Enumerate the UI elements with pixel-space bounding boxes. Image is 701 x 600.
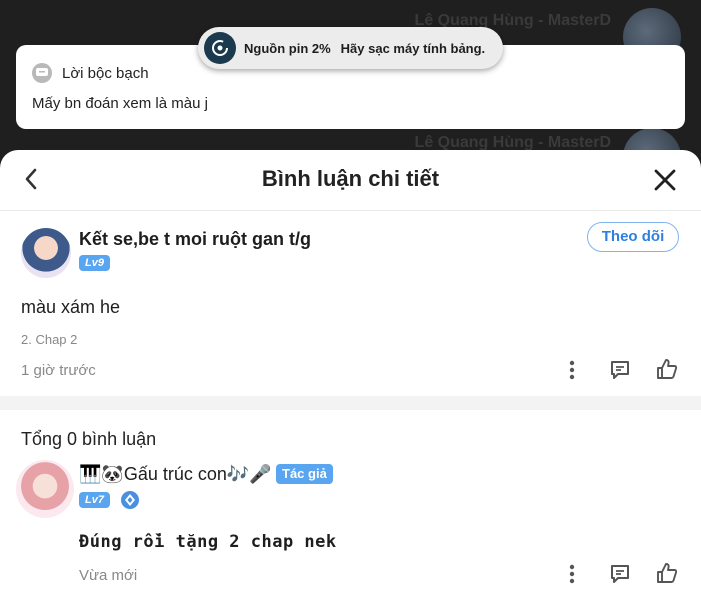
reply-button[interactable]: [606, 560, 634, 588]
comment-icon: [611, 565, 629, 583]
avatar[interactable]: [21, 228, 71, 278]
close-icon: [654, 169, 676, 191]
close-button[interactable]: [649, 164, 681, 196]
section-divider: [0, 396, 701, 410]
more-vertical-icon: [569, 564, 575, 584]
like-button[interactable]: [653, 355, 681, 383]
comment-username[interactable]: Kết se,be t moi ruột gan t/g: [79, 229, 311, 250]
notification-title: Lời bộc bạch: [62, 64, 149, 82]
chapter-label[interactable]: 2. Chap 2: [21, 332, 77, 347]
toast-message: Hãy sạc máy tính bảng.: [340, 40, 486, 56]
reply-text: Đúng rồi tặng 2 chap nek: [79, 532, 337, 552]
battery-saver-icon: [204, 32, 236, 64]
thumbs-up-icon: [657, 359, 678, 379]
level-badge: Lv9: [79, 255, 110, 271]
avatar[interactable]: [16, 460, 74, 518]
reply-username[interactable]: 🎹🐼Gấu trúc con🎶🎤: [79, 464, 272, 485]
more-vertical-icon: [569, 360, 575, 380]
follow-button[interactable]: Theo dõi: [587, 222, 679, 252]
total-comments-label: Tổng 0 bình luận: [21, 429, 157, 449]
comment-time: 1 giờ trước: [21, 362, 96, 379]
thumbs-up-icon: [657, 563, 678, 583]
sheet-title: Bình luận chi tiết: [261, 166, 440, 191]
reply-time: Vừa mới: [79, 567, 138, 584]
author-badge: Tác giả: [276, 464, 333, 484]
more-options-button[interactable]: [558, 560, 586, 588]
comment-detail-sheet: Bình luận chi tiết Kết se,be t moi ruột …: [0, 150, 701, 600]
comment-icon: [611, 361, 629, 379]
more-options-button[interactable]: [558, 356, 586, 384]
battery-toast: Nguồn pin 2% Hãy sạc máy tính bảng.: [198, 27, 503, 69]
sheet-header: Bình luận chi tiết: [0, 150, 701, 211]
like-button[interactable]: [653, 559, 681, 587]
verified-icon: [121, 491, 139, 509]
chat-bubble-icon: [32, 63, 52, 83]
reply-button[interactable]: [606, 356, 634, 384]
notification-body: Mấy bn đoán xem là màu j: [32, 95, 208, 112]
comment-text: màu xám he: [21, 297, 121, 317]
toast-title: Nguồn pin 2%: [244, 40, 331, 56]
level-badge: Lv7: [79, 492, 110, 508]
